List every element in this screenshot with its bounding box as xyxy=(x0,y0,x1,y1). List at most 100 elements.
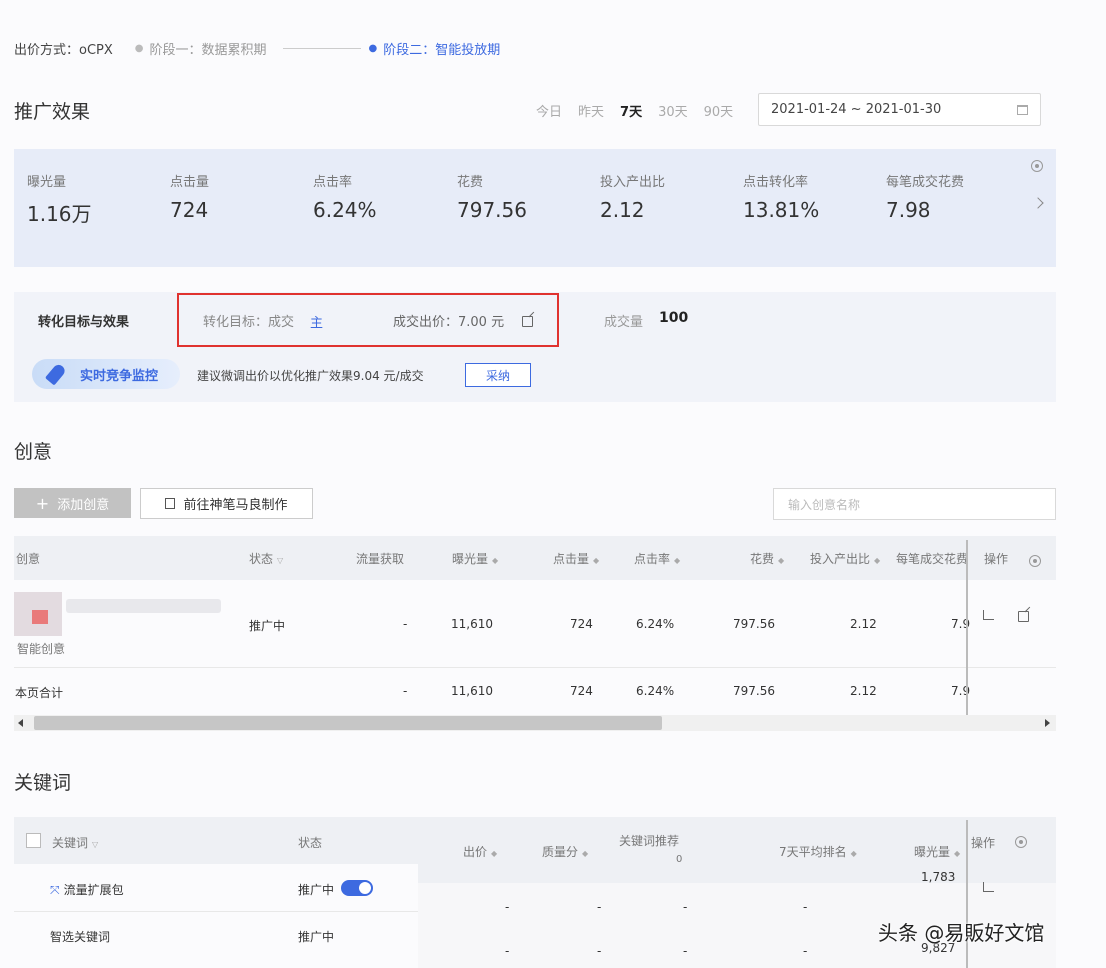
metric-cvr[interactable]: 点击转化率 13.81% xyxy=(743,171,819,222)
scroll-left-icon[interactable] xyxy=(18,719,23,727)
col-clicks[interactable]: 点击量 ◆ xyxy=(553,550,599,567)
conversion-goal: 转化目标：成交 xyxy=(203,315,295,330)
metric-label: 点击率 xyxy=(313,175,353,190)
stage1-label: 阶段一：数据累积期 xyxy=(149,42,267,58)
keyword-table-header-right xyxy=(418,817,1056,883)
kw-col-impressions-label: 曝光量 xyxy=(914,845,951,859)
metric-value: 6.24% xyxy=(313,198,377,222)
row-divider xyxy=(14,911,418,912)
adopt-button[interactable]: 采纳 xyxy=(465,363,531,387)
kw-col-bid[interactable]: 出价 ◆ xyxy=(463,843,497,860)
range-tab-7d[interactable]: 7天 xyxy=(620,101,642,120)
goto-shenbi-button[interactable]: 前往神笔马良制作 xyxy=(140,488,313,519)
col-roi-label: 投入产出比 xyxy=(810,552,871,566)
calendar-icon xyxy=(1017,104,1028,115)
select-all-checkbox[interactable] xyxy=(26,833,41,848)
creative-clicks: 724 xyxy=(570,617,593,631)
range-tab-30d[interactable]: 30天 xyxy=(658,101,688,120)
stage1-dot-icon: ● xyxy=(134,42,144,54)
col-roi[interactable]: 投入产出比 ◆ xyxy=(810,550,880,567)
col-status[interactable]: 状态 ▽ xyxy=(249,550,283,567)
realtime-monitor-badge[interactable]: 实时竞争监控 xyxy=(32,359,180,389)
creative-search-input[interactable]: 输入创意名称 xyxy=(773,488,1056,520)
column-settings-icon[interactable] xyxy=(1029,555,1041,567)
bid-method: 出价方式：oCPX xyxy=(14,42,113,58)
kw-column-settings-icon[interactable] xyxy=(1015,836,1027,848)
col-clicks-label: 点击量 xyxy=(553,552,590,566)
kw-bid: - xyxy=(505,944,510,958)
metric-label: 曝光量 xyxy=(27,175,67,190)
chart-icon[interactable] xyxy=(983,610,994,620)
kw-col-status: 状态 xyxy=(298,836,323,850)
kw-bid: - xyxy=(505,900,510,914)
kw-col-rank[interactable]: 7天平均排名 ◆ xyxy=(779,843,857,860)
date-range-picker[interactable]: 2021-01-24 ~ 2021-01-30 xyxy=(758,93,1041,126)
metric-label: 投入产出比 xyxy=(600,175,666,190)
sort-icon: ◆ xyxy=(491,849,498,858)
metric-value: 13.81% xyxy=(743,198,820,222)
total-ctr: 6.24% xyxy=(636,684,675,698)
kw-col-recommend-sub: 0 xyxy=(676,854,683,865)
col-traffic: 流量获取 xyxy=(356,552,405,566)
kw-quality: - xyxy=(597,944,602,958)
metric-roi[interactable]: 投入产出比 2.12 xyxy=(600,171,665,222)
filter-icon: ▽ xyxy=(277,556,284,565)
metric-clicks[interactable]: 点击量 724 xyxy=(170,171,209,222)
total-cost: 797.56 xyxy=(733,684,775,698)
metric-label: 点击量 xyxy=(170,175,210,190)
keyword-toggle[interactable] xyxy=(341,880,373,896)
col-ctr-label: 点击率 xyxy=(634,552,671,566)
col-actions: 操作 xyxy=(984,552,1009,566)
total-clicks: 724 xyxy=(570,684,593,698)
deal-count-value: 100 xyxy=(659,310,689,326)
keyword-name[interactable]: 智选关键词 xyxy=(50,928,110,945)
kw-recommend: - xyxy=(683,944,688,958)
kw-col-quality[interactable]: 质量分 ◆ xyxy=(542,843,588,860)
kw-col-quality-label: 质量分 xyxy=(542,845,579,859)
row-divider xyxy=(14,667,1056,668)
stage2-pin-icon: ● xyxy=(368,42,378,54)
sort-icon: ◆ xyxy=(582,849,589,858)
col-cost[interactable]: 花费 ◆ xyxy=(750,550,784,567)
range-tab-90d[interactable]: 90天 xyxy=(704,101,734,120)
metric-cost[interactable]: 花费 797.56 xyxy=(457,171,527,222)
creative-name[interactable]: 智能创意 xyxy=(17,640,65,657)
creative-thumbnail[interactable] xyxy=(14,592,62,636)
col-creative: 创意 xyxy=(16,552,41,566)
kw-col-actions: 操作 xyxy=(971,836,996,850)
kw-col-impressions[interactable]: 曝光量 ◆ xyxy=(914,843,960,860)
keyword-row[interactable]: ⤧ 流量扩展包 xyxy=(50,881,124,898)
col-impressions[interactable]: 曝光量 ◆ xyxy=(452,550,498,567)
keyword-name: 流量扩展包 xyxy=(63,883,124,897)
kw-rank: - xyxy=(803,900,808,914)
creative-cost: 797.56 xyxy=(733,617,775,631)
range-tab-yesterday[interactable]: 昨天 xyxy=(578,101,604,120)
plus-icon: + xyxy=(35,493,50,513)
col-cpa[interactable]: 每笔成交花费 xyxy=(896,550,966,567)
date-range-value: 2021-01-24 ~ 2021-01-30 xyxy=(771,102,942,117)
col-ctr[interactable]: 点击率 ◆ xyxy=(634,550,680,567)
edit-bid-icon[interactable] xyxy=(522,316,533,327)
kw-recommend: - xyxy=(683,900,688,914)
metric-impressions[interactable]: 曝光量 1.16万 xyxy=(27,171,92,227)
conversion-title: 转化目标与效果 xyxy=(38,315,130,330)
scroll-right-icon[interactable] xyxy=(1045,719,1050,727)
kw-col-bid-label: 出价 xyxy=(463,845,488,859)
kw-chart-icon[interactable] xyxy=(983,882,994,892)
promo-effect-title: 推广效果 xyxy=(14,101,91,123)
add-creative-button[interactable]: + 添加创意 xyxy=(14,488,131,518)
rocket-icon xyxy=(44,361,70,387)
watermark: 头条 @易販好文馆 xyxy=(878,921,1045,945)
metric-cpa[interactable]: 每笔成交花费 7.98 xyxy=(886,171,964,222)
keyword-status: 推广中 xyxy=(298,930,335,944)
scrollbar-thumb[interactable] xyxy=(34,716,662,730)
metric-label: 每笔成交花费 xyxy=(886,175,965,190)
metric-label: 花费 xyxy=(457,175,484,190)
metric-ctr[interactable]: 点击率 6.24% xyxy=(313,171,377,222)
kw-col-keyword[interactable]: 关键词 ▽ xyxy=(52,834,98,851)
settings-icon[interactable] xyxy=(1031,160,1043,172)
edit-creative-icon[interactable] xyxy=(1018,611,1030,622)
chevron-right-icon[interactable] xyxy=(1032,197,1044,209)
fixed-column-shadow xyxy=(966,540,968,725)
range-tab-today[interactable]: 今日 xyxy=(536,101,562,120)
